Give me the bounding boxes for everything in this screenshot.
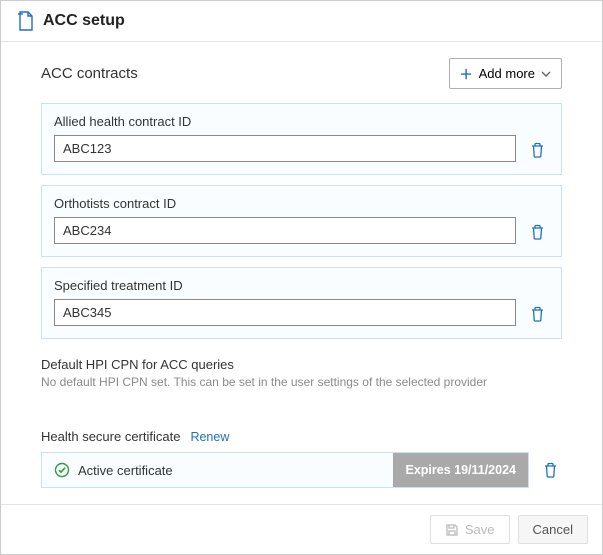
delete-contract-button[interactable] bbox=[526, 302, 549, 326]
trash-icon bbox=[530, 224, 545, 240]
contract-card: Allied health contract ID bbox=[41, 103, 562, 175]
document-icon bbox=[17, 11, 35, 31]
add-more-button[interactable]: ＋ Add more bbox=[449, 58, 562, 89]
contract-card: Orthotists contract ID bbox=[41, 185, 562, 257]
save-icon bbox=[445, 523, 459, 537]
trash-icon bbox=[530, 306, 545, 322]
certificate-header: Health secure certificate Renew bbox=[41, 429, 562, 444]
contract-label: Orthotists contract ID bbox=[54, 196, 516, 211]
contract-id-input[interactable] bbox=[54, 299, 516, 326]
certificate-status-text: Active certificate bbox=[78, 463, 173, 478]
contract-label: Allied health contract ID bbox=[54, 114, 516, 129]
delete-contract-button[interactable] bbox=[526, 220, 549, 244]
hpi-section: Default HPI CPN for ACC queries No defau… bbox=[41, 357, 562, 389]
trash-icon bbox=[543, 462, 558, 478]
trash-icon bbox=[530, 142, 545, 158]
certificate-label: Health secure certificate bbox=[41, 429, 180, 444]
contracts-title: ACC contracts bbox=[41, 65, 138, 82]
dialog-title: ACC setup bbox=[43, 12, 125, 30]
contracts-section-header: ACC contracts ＋ Add more bbox=[41, 58, 562, 89]
chevron-down-icon bbox=[541, 71, 551, 77]
cancel-label: Cancel bbox=[533, 522, 573, 537]
hpi-helper-text: No default HPI CPN set. This can be set … bbox=[41, 375, 562, 389]
contract-card: Specified treatment ID bbox=[41, 267, 562, 339]
certificate-status-box: Active certificate Expires 19/11/2024 bbox=[41, 452, 529, 488]
cancel-button[interactable]: Cancel bbox=[518, 515, 588, 544]
renew-link[interactable]: Renew bbox=[190, 430, 229, 444]
delete-contract-button[interactable] bbox=[526, 138, 549, 162]
save-label: Save bbox=[465, 522, 495, 537]
contract-id-input[interactable] bbox=[54, 217, 516, 244]
contract-label: Specified treatment ID bbox=[54, 278, 516, 293]
certificate-expiry-badge: Expires 19/11/2024 bbox=[393, 453, 528, 487]
save-button[interactable]: Save bbox=[430, 515, 510, 544]
hpi-label: Default HPI CPN for ACC queries bbox=[41, 357, 562, 372]
dialog-header: ACC setup bbox=[1, 1, 602, 41]
check-circle-icon bbox=[54, 462, 70, 478]
contract-id-input[interactable] bbox=[54, 135, 516, 162]
dialog-footer: Save Cancel bbox=[1, 504, 602, 554]
delete-certificate-button[interactable] bbox=[539, 452, 562, 488]
add-more-label: Add more bbox=[479, 66, 535, 81]
content-area: ACC contracts ＋ Add more Allied health c… bbox=[1, 42, 602, 504]
plus-icon: ＋ bbox=[460, 64, 473, 83]
